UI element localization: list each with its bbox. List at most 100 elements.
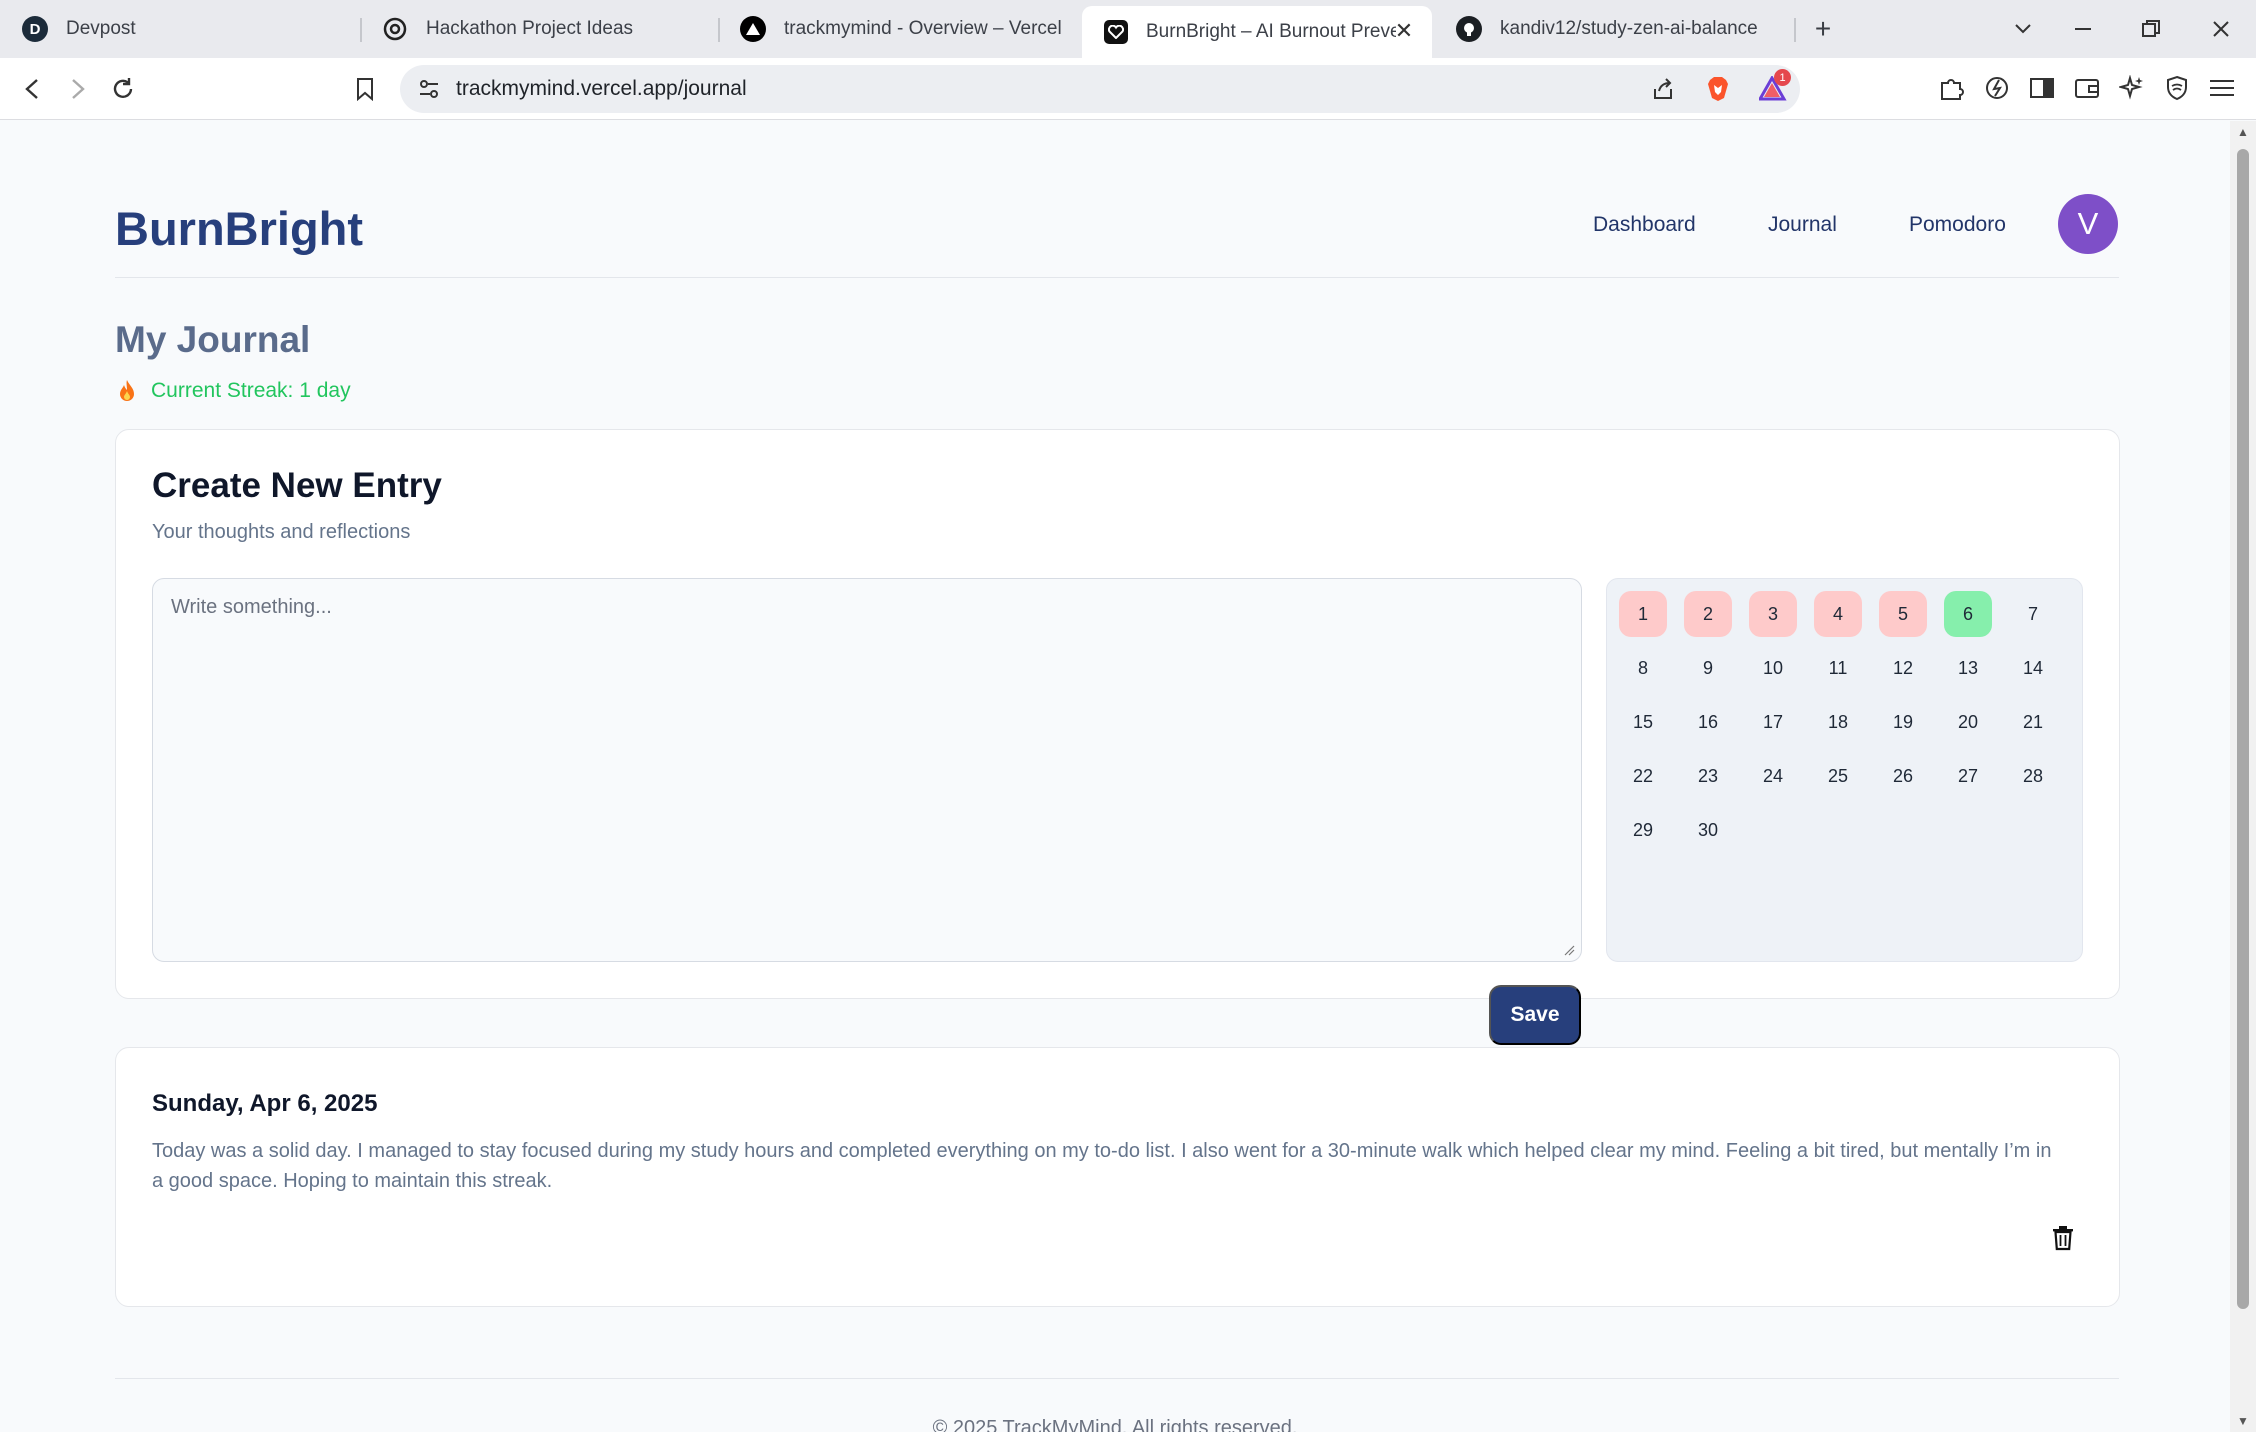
browser-tab-github[interactable]: kandiv12/study-zen-ai-balance — [1434, 0, 1794, 58]
browser-tab-vercel[interactable]: trackmymind - Overview – Vercel — [718, 0, 1078, 58]
streak-calendar: 1 2 3 4 5 6 7 8 9 10 11 12 13 14 15 16 17 18 19 20 21 22 23 24 2… — [1606, 578, 2083, 962]
vpn-shield-icon[interactable] — [2161, 72, 2193, 104]
notification-badge: 1 — [1774, 69, 1791, 86]
calendar-day[interactable]: 13 — [1944, 645, 1992, 691]
calendar-day[interactable]: 24 — [1749, 753, 1797, 799]
brand-logo[interactable]: BurnBright — [115, 201, 363, 256]
sidebar-toggle-icon[interactable] — [2026, 72, 2058, 104]
save-button[interactable]: Save — [1489, 985, 1581, 1045]
vercel-icon — [740, 16, 766, 42]
nav-link-journal[interactable]: Journal — [1768, 213, 1837, 237]
browser-tab-burnbright[interactable]: BurnBright – AI Burnout Preven ✕ — [1082, 6, 1432, 58]
entry-date: Sunday, Apr 6, 2025 — [152, 1090, 378, 1117]
textarea-placeholder: Write something... — [171, 596, 332, 618]
forward-arrow-icon[interactable] — [58, 70, 96, 108]
footer-copyright: © 2025 TrackMyMind. All rights reserved. — [932, 1417, 1298, 1432]
address-bar[interactable]: trackmymind.vercel.app/journal 1 — [400, 65, 1800, 113]
page-content: BurnBright Dashboard Journal Pomodoro V … — [0, 121, 2230, 1432]
tab-title: Devpost — [66, 18, 136, 39]
calendar-day[interactable]: 2 — [1684, 591, 1732, 637]
calendar-day[interactable]: 26 — [1879, 753, 1927, 799]
calendar-day[interactable]: 6 — [1944, 591, 1992, 637]
page-scrollbar[interactable]: ▲ ▼ — [2230, 121, 2256, 1432]
close-tab-icon[interactable]: ✕ — [1390, 17, 1418, 45]
openai-icon — [382, 16, 408, 42]
calendar-day[interactable]: 8 — [1619, 645, 1667, 691]
github-icon — [1456, 16, 1482, 42]
tab-separator — [1794, 18, 1796, 42]
calendar-day[interactable]: 22 — [1619, 753, 1667, 799]
calendar-day[interactable]: 12 — [1879, 645, 1927, 691]
browser-tab-bar: D Devpost Hackathon Project Ideas trackm… — [0, 0, 2256, 58]
streak-text: Current Streak: 1 day — [151, 379, 351, 402]
page-title: My Journal — [115, 319, 311, 360]
tab-title: Hackathon Project Ideas — [426, 18, 634, 39]
calendar-day[interactable]: 19 — [1879, 699, 1927, 745]
tab-list-chevron-down-icon[interactable] — [2008, 14, 2038, 44]
calendar-day[interactable]: 14 — [2009, 645, 2057, 691]
calendar-day[interactable]: 3 — [1749, 591, 1797, 637]
scrollbar-thumb[interactable] — [2237, 149, 2249, 1309]
bookmark-icon[interactable] — [346, 70, 384, 108]
brave-shields-icon[interactable] — [1703, 74, 1733, 104]
wallet-icon[interactable] — [2071, 72, 2103, 104]
reload-icon[interactable] — [104, 70, 142, 108]
heart-icon — [1104, 20, 1128, 44]
calendar-day[interactable]: 15 — [1619, 699, 1667, 745]
devpost-icon: D — [22, 16, 48, 42]
calendar-day[interactable]: 20 — [1944, 699, 1992, 745]
url-text: trackmymind.vercel.app/journal — [456, 77, 747, 100]
calendar-day[interactable]: 18 — [1814, 699, 1862, 745]
browser-tab-hackathon-ideas[interactable]: Hackathon Project Ideas — [360, 0, 720, 58]
calendar-day[interactable]: 1 — [1619, 591, 1667, 637]
journal-entry-textarea[interactable]: Write something... — [152, 578, 1582, 962]
calendar-day[interactable]: 7 — [2009, 591, 2057, 637]
nav-link-pomodoro[interactable]: Pomodoro — [1909, 213, 2006, 237]
menu-hamburger-icon[interactable] — [2206, 72, 2238, 104]
create-entry-subtitle: Your thoughts and reflections — [152, 521, 411, 543]
scroll-down-arrow-icon[interactable]: ▼ — [2236, 1414, 2250, 1428]
scroll-up-arrow-icon[interactable]: ▲ — [2236, 125, 2250, 139]
browser-toolbar: trackmymind.vercel.app/journal 1 — [0, 58, 2256, 120]
streak-indicator: Current Streak: 1 day — [117, 379, 351, 403]
browser-tab-devpost[interactable]: D Devpost — [0, 0, 360, 58]
header-divider — [115, 277, 2119, 278]
calendar-day[interactable]: 11 — [1814, 645, 1862, 691]
entry-text: Today was a solid day. I managed to stay… — [152, 1140, 2052, 1192]
calendar-day[interactable]: 17 — [1749, 699, 1797, 745]
calendar-day[interactable]: 30 — [1684, 807, 1732, 853]
footer-divider — [115, 1378, 2119, 1379]
fire-icon — [120, 380, 134, 401]
back-arrow-icon[interactable] — [14, 70, 52, 108]
create-entry-card: Create New Entry Your thoughts and refle… — [115, 429, 2120, 999]
site-settings-icon[interactable] — [414, 74, 444, 104]
calendar-day[interactable]: 5 — [1879, 591, 1927, 637]
calendar-day[interactable]: 10 — [1749, 645, 1797, 691]
leo-ai-icon[interactable] — [1981, 72, 2013, 104]
restore-window-icon[interactable] — [2136, 14, 2166, 44]
calendar-day[interactable]: 25 — [1814, 753, 1862, 799]
calendar-day[interactable]: 27 — [1944, 753, 1992, 799]
minimize-window-icon[interactable] — [2068, 14, 2098, 44]
delete-trash-icon[interactable] — [2051, 1225, 2075, 1251]
tab-title: BurnBright – AI Burnout Preven — [1146, 21, 1396, 42]
tab-title: kandiv12/study-zen-ai-balance — [1500, 18, 1758, 39]
create-entry-title: Create New Entry — [152, 466, 442, 505]
journal-entry-card: Sunday, Apr 6, 2025 Today was a solid da… — [115, 1047, 2120, 1307]
calendar-day[interactable]: 28 — [2009, 753, 2057, 799]
calendar-day[interactable]: 16 — [1684, 699, 1732, 745]
calendar-day[interactable]: 29 — [1619, 807, 1667, 853]
close-window-icon[interactable] — [2206, 14, 2236, 44]
sparkle-ai-icon[interactable] — [2116, 72, 2148, 104]
calendar-day[interactable]: 23 — [1684, 753, 1732, 799]
calendar-day[interactable]: 9 — [1684, 645, 1732, 691]
nav-link-dashboard[interactable]: Dashboard — [1593, 213, 1696, 237]
calendar-day[interactable]: 4 — [1814, 591, 1862, 637]
new-tab-icon[interactable]: + — [1806, 12, 1840, 46]
resize-handle-icon[interactable] — [1563, 944, 1575, 956]
user-avatar[interactable]: V — [2058, 194, 2118, 254]
extensions-puzzle-icon[interactable] — [1936, 72, 1968, 104]
calendar-day[interactable]: 21 — [2009, 699, 2057, 745]
share-icon[interactable] — [1648, 74, 1678, 104]
tab-title: trackmymind - Overview – Vercel — [784, 18, 1062, 39]
